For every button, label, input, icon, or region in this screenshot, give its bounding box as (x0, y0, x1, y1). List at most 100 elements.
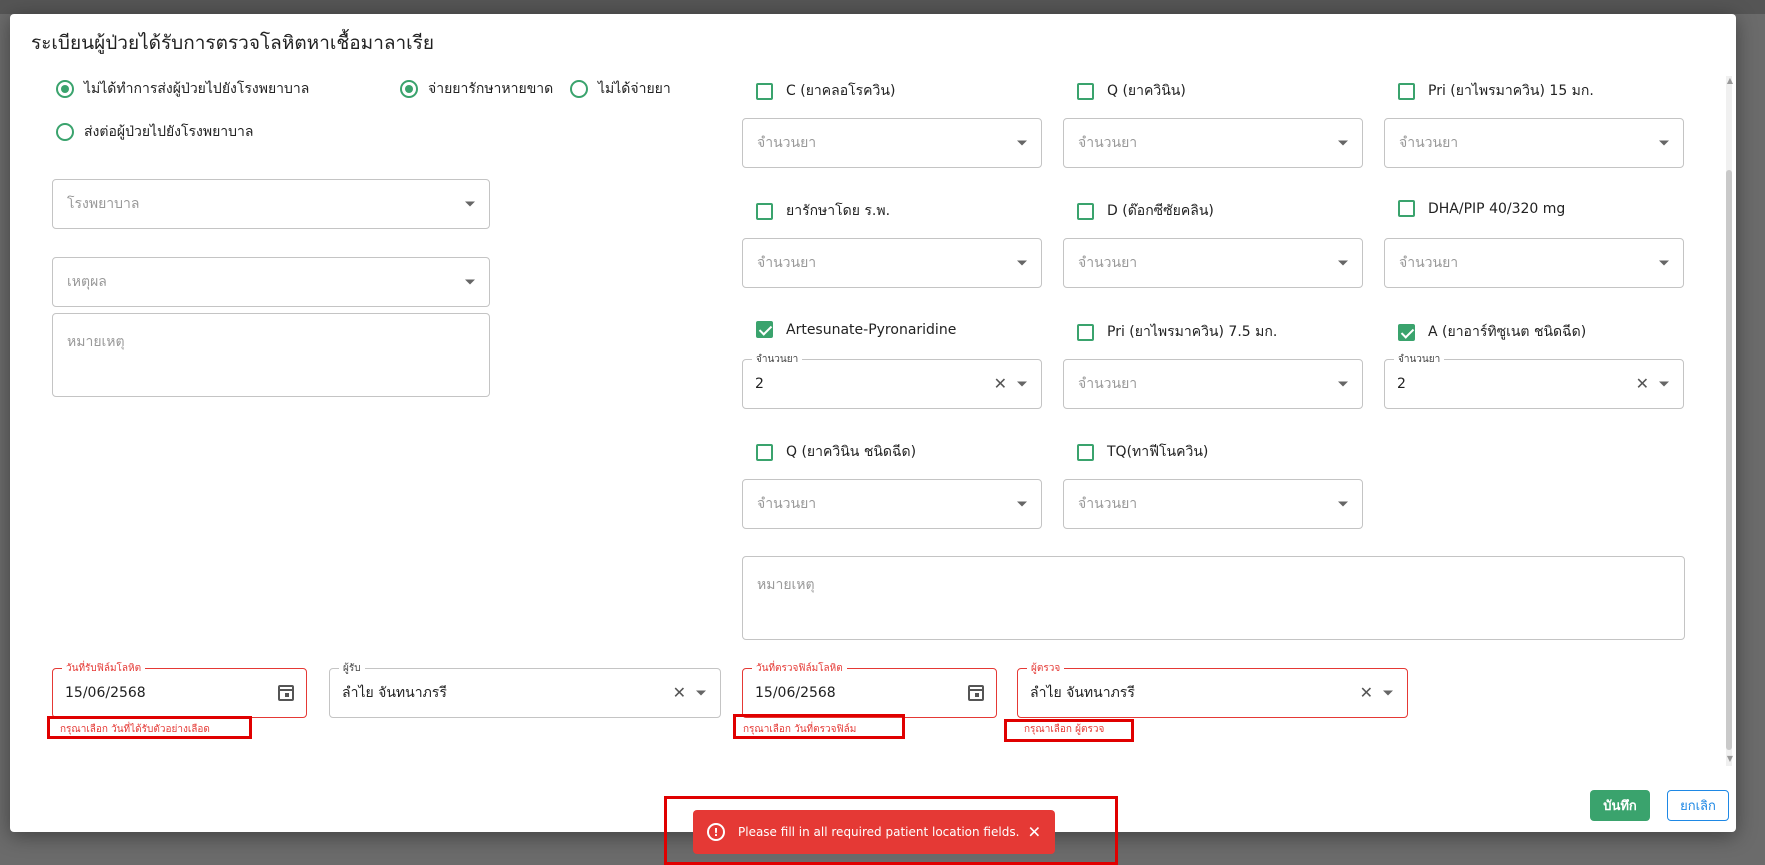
drug-checkbox-d[interactable]: D (ด๊อกซีซัยคลิน) (1077, 200, 1214, 222)
drug-qty-select[interactable]: จำนวนยา (742, 118, 1042, 168)
drug-qty-select[interactable]: จำนวนยา (1063, 479, 1363, 529)
checkbox-icon (756, 82, 773, 100)
clear-icon[interactable]: ✕ (1636, 376, 1649, 392)
drug-checkbox-dha[interactable]: DHA/PIP 40/320 mg (1398, 200, 1565, 217)
scroll-up-icon[interactable]: ▲ (1727, 76, 1733, 85)
chevron-down-icon (1338, 501, 1348, 507)
drug-qty-select[interactable]: จำนวนยา (1063, 359, 1363, 409)
receive-date-field[interactable]: วันที่รับฟิล์มโลหิต 15/06/2568 (52, 661, 307, 718)
checkbox-checked-icon (756, 321, 773, 338)
drug-qty-select[interactable]: จำนวนยา 2 ✕ (1384, 352, 1684, 409)
drug-checkbox-c[interactable]: C (ยาคลอโรควิน) (756, 80, 895, 102)
drug-label: Q (ยาควินิน ชนิดฉีด) (786, 444, 917, 460)
qty-value: 2 (1397, 376, 1406, 392)
background-bar (0, 0, 1765, 14)
drug-label: TQ(ทาฟีโนควิน) (1107, 444, 1209, 460)
drug-checkbox-q[interactable]: Q (ยาควินิน) (1077, 80, 1186, 102)
checkbox-icon (1077, 82, 1094, 100)
examiner-select[interactable]: ผู้ตรวจ ลำไย จันทนาภรรี ✕ (1017, 661, 1408, 718)
receiver-legend: ผู้รับ (339, 661, 365, 676)
drug-checkbox-tq[interactable]: TQ(ทาฟีโนควิน) (1077, 441, 1208, 463)
clear-icon[interactable]: ✕ (1360, 685, 1373, 701)
radio-label: จ่ายยารักษาหายขาด (428, 81, 554, 97)
clear-icon[interactable]: ✕ (994, 376, 1007, 392)
drug-qty-select[interactable]: จำนวนยา (1063, 238, 1363, 288)
qty-value: 2 (755, 376, 764, 392)
radio-referred[interactable]: ส่งต่อผู้ป่วยไปยังโรงพยาบาล (56, 121, 254, 143)
chevron-down-icon (696, 690, 706, 696)
note-placeholder: หมายเหตุ (757, 577, 815, 593)
clear-icon[interactable]: ✕ (673, 685, 686, 701)
checkbox-icon (756, 443, 773, 461)
drug-label: ยารักษาโดย ร.พ. (786, 203, 891, 219)
chevron-down-icon (1383, 690, 1393, 696)
scroll-down-icon[interactable]: ▼ (1727, 754, 1733, 763)
hospital-select[interactable]: โรงพยาบาล (52, 179, 490, 229)
drug-label: C (ยาคลอโรควิน) (786, 83, 896, 99)
receive-date-error: กรุณาเลือก วันที่ได้รับตัวอย่างเลือด (60, 724, 210, 735)
qty-legend: จำนวนยา (752, 352, 803, 367)
radio-dispense-radical[interactable]: จ่ายยารักษาหายขาด (400, 78, 553, 100)
close-icon[interactable]: ✕ (1028, 823, 1041, 842)
drug-label: Artesunate-Pyronaridine (786, 321, 957, 338)
drug-qty-select[interactable]: จำนวนยา (1063, 118, 1363, 168)
chevron-down-icon (1338, 381, 1348, 387)
hospital-placeholder: โรงพยาบาล (67, 196, 140, 212)
radio-label: ไม่ได้ทำการส่งผู้ป่วยไปยังโรงพยาบาล (84, 81, 310, 97)
drug-checkbox-q-injection[interactable]: Q (ยาควินิน ชนิดฉีด) (756, 441, 916, 463)
chevron-down-icon (1338, 260, 1348, 266)
left-note-textarea[interactable]: หมายเหตุ (52, 313, 490, 397)
qty-placeholder: จำนวนยา (757, 496, 817, 512)
drug-checkbox-a-injection[interactable]: A (ยาอาร์ทิซูเนต ชนิดฉีด) (1398, 321, 1586, 343)
chevron-down-icon (1017, 381, 1027, 387)
checkbox-checked-icon (1398, 323, 1415, 341)
error-toast: ! Please fill in all required patient lo… (693, 810, 1055, 854)
exam-date-field[interactable]: วันที่ตรวจฟิล์มโลหิต 15/06/2568 (742, 661, 997, 718)
qty-placeholder: จำนวนยา (1078, 496, 1138, 512)
chevron-down-icon (1017, 140, 1027, 146)
reason-select[interactable]: เหตุผล (52, 257, 490, 307)
qty-placeholder: จำนวนยา (1399, 255, 1459, 271)
checkbox-icon (1398, 82, 1415, 100)
chevron-down-icon (1659, 381, 1669, 387)
qty-legend: จำนวนยา (1394, 352, 1445, 367)
chevron-down-icon (465, 279, 475, 285)
cancel-button[interactable]: ยกเลิก (1667, 790, 1729, 821)
save-button[interactable]: บันทึก (1590, 790, 1650, 821)
receive-date-legend: วันที่รับฟิล์มโลหิต (62, 661, 146, 676)
drug-qty-select[interactable]: จำนวนยา (1384, 238, 1684, 288)
drug-label: A (ยาอาร์ทิซูเนต ชนิดฉีด) (1428, 324, 1587, 340)
qty-placeholder: จำนวนยา (757, 255, 817, 271)
drug-qty-select[interactable]: จำนวนยา 2 ✕ (742, 352, 1042, 409)
drug-qty-select[interactable]: จำนวนยา (742, 238, 1042, 288)
exam-date-legend: วันที่ตรวจฟิล์มโลหิต (752, 661, 847, 676)
radio-unchecked-icon (570, 80, 588, 98)
radio-label: ส่งต่อผู้ป่วยไปยังโรงพยาบาล (84, 124, 254, 140)
radio-label: ไม่ได้จ่ายยา (598, 81, 671, 97)
checkbox-icon (756, 202, 773, 220)
drug-checkbox-hospital[interactable]: ยารักษาโดย ร.พ. (756, 200, 890, 222)
calendar-icon[interactable] (968, 685, 984, 701)
drug-label: Pri (ยาไพรมาควิน) 7.5 มก. (1107, 324, 1278, 340)
radio-not-referred[interactable]: ไม่ได้ทำการส่งผู้ป่วยไปยังโรงพยาบาล (56, 78, 309, 100)
calendar-icon[interactable] (278, 685, 294, 701)
drug-qty-select[interactable]: จำนวนยา (742, 479, 1042, 529)
drug-qty-select[interactable]: จำนวนยา (1384, 118, 1684, 168)
scrollbar-thumb[interactable] (1726, 170, 1732, 750)
radio-checked-icon (400, 80, 418, 98)
drug-checkbox-pri15[interactable]: Pri (ยาไพรมาควิน) 15 มก. (1398, 80, 1594, 102)
drug-checkbox-artesunate-pyronaridine[interactable]: Artesunate-Pyronaridine (756, 321, 956, 338)
chevron-down-icon (1659, 260, 1669, 266)
drug-checkbox-pri75[interactable]: Pri (ยาไพรมาควิน) 7.5 มก. (1077, 321, 1277, 343)
qty-placeholder: จำนวนยา (757, 135, 817, 151)
error-icon: ! (707, 823, 725, 841)
examiner-value: ลำไย จันทนาภรรี (1030, 685, 1135, 701)
drug-note-textarea[interactable]: หมายเหตุ (742, 556, 1685, 640)
reason-placeholder: เหตุผล (67, 274, 107, 290)
qty-placeholder: จำนวนยา (1078, 376, 1138, 392)
checkbox-icon (1077, 323, 1094, 341)
receiver-value: ลำไย จันทนาภรรี (342, 685, 447, 701)
receiver-select[interactable]: ผู้รับ ลำไย จันทนาภรรี ✕ (329, 661, 721, 718)
radio-dispense-none[interactable]: ไม่ได้จ่ายยา (570, 78, 671, 100)
drug-label: Pri (ยาไพรมาควิน) 15 มก. (1428, 83, 1594, 99)
